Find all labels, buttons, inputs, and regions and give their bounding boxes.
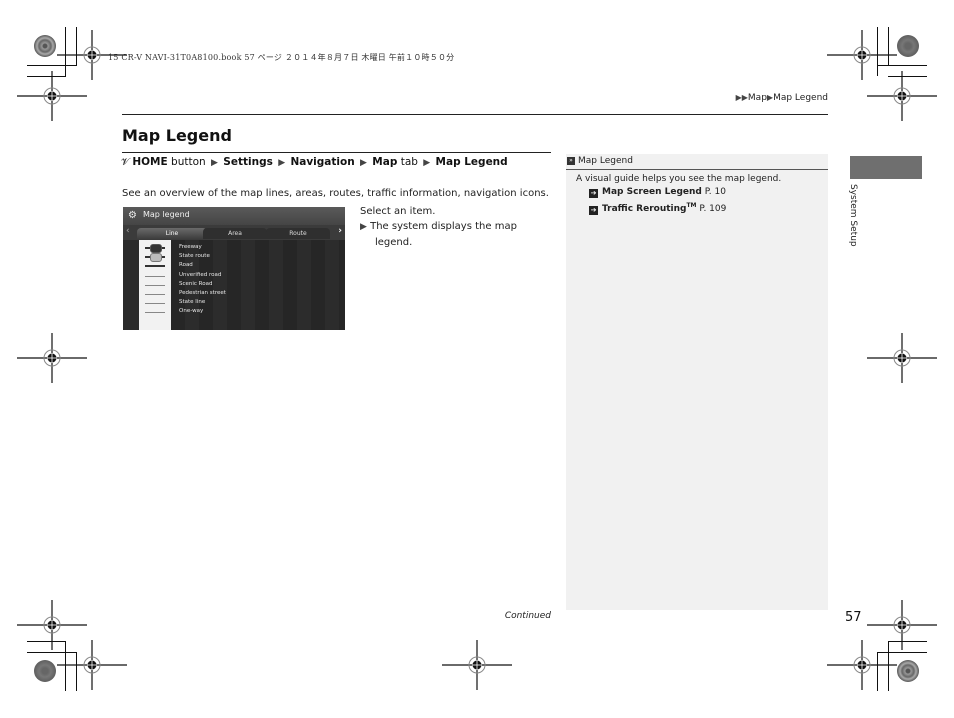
cross-reference-link[interactable]: ➔ Traffic ReroutingTM P. 109 bbox=[576, 199, 781, 216]
section-tab bbox=[850, 156, 922, 179]
legend-label: Road bbox=[179, 262, 193, 269]
page-title: Map Legend bbox=[122, 126, 232, 145]
path-step: Settings bbox=[223, 156, 273, 168]
legend-symbol bbox=[145, 303, 165, 305]
legend-symbol bbox=[145, 312, 165, 314]
info-panel-body: A visual guide helps you see the map leg… bbox=[576, 173, 781, 216]
legend-label: State route bbox=[179, 253, 210, 260]
legend-symbol bbox=[145, 284, 165, 286]
color-rosette-icon bbox=[897, 660, 919, 682]
registration-target-icon bbox=[867, 333, 937, 383]
path-step: Map Legend bbox=[435, 156, 508, 168]
legend-item: Unverified road bbox=[123, 272, 345, 281]
legend-item: One-way bbox=[123, 308, 345, 317]
legend-label: One-way bbox=[179, 308, 204, 315]
registration-target-icon bbox=[57, 640, 127, 690]
instruction-result-cont: legend. bbox=[375, 237, 413, 248]
info-panel-heading: Map Legend bbox=[578, 156, 633, 166]
section-label: System Setup bbox=[848, 184, 858, 247]
continued-label: Continued bbox=[504, 611, 551, 621]
state-badge-icon bbox=[150, 253, 162, 263]
tab-route: Route bbox=[266, 228, 330, 239]
registration-target-icon bbox=[867, 71, 937, 121]
reference-arrow-icon: ➔ bbox=[589, 206, 598, 215]
chevron-right-icon: › bbox=[338, 226, 342, 236]
screen-tabbar: ‹ Line Area Route › bbox=[123, 225, 345, 240]
color-rosette-icon bbox=[34, 35, 56, 57]
color-rosette-icon bbox=[34, 660, 56, 682]
legend-label: Unverified road bbox=[179, 271, 222, 278]
legend-item: Road bbox=[123, 262, 345, 271]
info-panel: » Map Legend A visual guide helps you se… bbox=[566, 154, 828, 610]
legend-label: Pedestrian street bbox=[179, 290, 226, 296]
legend-item: State line bbox=[123, 299, 345, 308]
arrow-icon: ▶ bbox=[360, 158, 367, 168]
double-arrow-icon: ▶▶ bbox=[735, 93, 748, 102]
breadcrumb-item[interactable]: Map Legend bbox=[773, 93, 828, 103]
legend-item: State route bbox=[123, 253, 345, 263]
path-step: HOME button bbox=[132, 156, 206, 168]
intro-text: See an overview of the map lines, areas,… bbox=[122, 188, 549, 199]
info-description: A visual guide helps you see the map leg… bbox=[576, 174, 782, 184]
legend-item: Freeway bbox=[123, 244, 345, 253]
tab-area: Area bbox=[203, 228, 267, 239]
arrow-icon: ▶ bbox=[278, 158, 286, 168]
legend-symbol bbox=[145, 294, 165, 295]
path-step: Map tab bbox=[372, 156, 418, 168]
print-header: 15 CR-V NAVI-31T0A8100.book 57 ページ ２０１４年… bbox=[108, 53, 455, 62]
legend-symbol bbox=[145, 275, 165, 277]
freeway-badge-icon bbox=[150, 244, 162, 253]
registration-target-icon bbox=[827, 640, 897, 690]
chevron-left-icon: ‹ bbox=[126, 226, 130, 236]
legend-item: Pedestrian street bbox=[123, 290, 345, 299]
instruction-step: Select an item. bbox=[360, 206, 436, 217]
instruction-result: ▶ The system displays the map bbox=[360, 221, 517, 232]
tab-line: Line bbox=[137, 228, 207, 239]
breadcrumb-item[interactable]: Map bbox=[748, 93, 767, 103]
arrow-icon: ▶ bbox=[423, 158, 431, 168]
reference-arrow-icon: ➔ bbox=[589, 189, 598, 198]
instructions: Select an item. ▶ The system displays th… bbox=[360, 204, 517, 250]
info-panel-header: » Map Legend bbox=[566, 154, 828, 170]
navigation-path: 𝓥 HOME button ▶ Settings ▶ Navigation ▶ … bbox=[121, 156, 508, 168]
breadcrumb: ▶▶Map▶Map Legend bbox=[736, 93, 828, 103]
registration-target-icon bbox=[442, 640, 512, 690]
legend-label: Freeway bbox=[179, 244, 202, 250]
header-divider bbox=[122, 114, 828, 115]
arrow-icon: ▶ bbox=[360, 222, 367, 232]
cross-reference-link[interactable]: ➔ Map Screen Legend P. 10 bbox=[576, 186, 781, 199]
voice-command-icon: 𝓥 bbox=[121, 157, 130, 168]
gear-icon: ⚙ bbox=[128, 210, 137, 221]
legend-label: Scenic Road bbox=[179, 280, 213, 287]
title-divider bbox=[122, 152, 551, 153]
map-legend-screenshot: ⚙ Map legend ‹ Line Area Route › Freeway… bbox=[123, 207, 345, 330]
legend-item: Scenic Road bbox=[123, 281, 345, 290]
screen-title: Map legend bbox=[143, 210, 190, 219]
double-chevron-icon: » bbox=[567, 157, 575, 165]
screen-titlebar: ⚙ Map legend bbox=[123, 207, 345, 225]
page-number: 57 bbox=[845, 610, 862, 625]
color-rosette-icon bbox=[897, 35, 919, 57]
arrow-icon: ▶ bbox=[211, 158, 218, 168]
legend-label: State line bbox=[179, 299, 206, 306]
path-step: Navigation bbox=[290, 156, 355, 168]
registration-target-icon bbox=[17, 333, 87, 383]
registration-target-icon bbox=[17, 71, 87, 121]
legend-symbol bbox=[145, 265, 165, 268]
